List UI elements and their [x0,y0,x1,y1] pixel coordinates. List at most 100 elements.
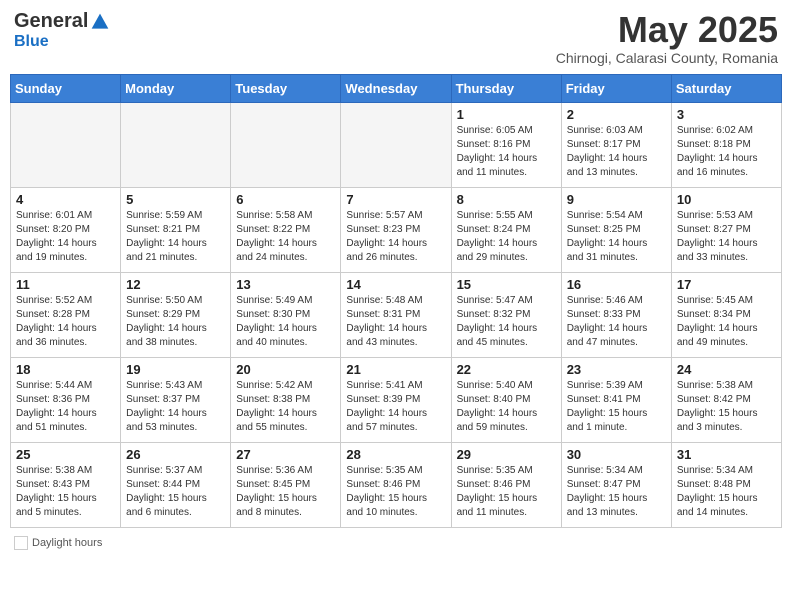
day-number: 3 [677,107,776,122]
calendar-cell: 7 Sunrise: 5:57 AM Sunset: 8:23 PM Daylig… [341,187,451,272]
day-info: Sunrise: 5:54 AM Sunset: 8:25 PM Dayligh… [567,209,666,265]
calendar-week-row: 25Sunrise: 5:38 AM Sunset: 8:43 PM Dayli… [11,442,782,527]
day-number: 30 [567,447,666,462]
day-info: Sunrise: 5:40 AM Sunset: 8:40 PM Dayligh… [457,379,556,435]
calendar-cell: 26 Sunrise: 5:37 AM Sunset: 8:44 PM Dayli… [121,442,231,527]
day-number: 5 [126,192,225,207]
calendar-cell: 17Sunrise: 5:45 AM Sunset: 8:34 PM Dayli… [671,272,781,357]
calendar-cell: 3 Sunrise: 6:02 AM Sunset: 8:18 PM Daylig… [671,102,781,187]
day-number: 19 [126,362,225,377]
calendar-cell: 30 Sunrise: 5:34 AM Sunset: 8:47 PM Dayli… [561,442,671,527]
day-number: 29 [457,447,556,462]
calendar-cell [231,102,341,187]
calendar-cell: 18 Sunrise: 5:44 AM Sunset: 8:36 PM Dayli… [11,357,121,442]
day-header-tuesday: Tuesday [231,74,341,102]
calendar-cell: 12 Sunrise: 5:50 AM Sunset: 8:29 PM Dayli… [121,272,231,357]
day-header-monday: Monday [121,74,231,102]
day-info: Sunrise: 5:42 AM Sunset: 8:38 PM Dayligh… [236,379,335,435]
day-number: 1 [457,107,556,122]
day-number: 26 [126,447,225,462]
calendar-cell [11,102,121,187]
day-info: Sunrise: 5:58 AM Sunset: 8:22 PM Dayligh… [236,209,335,265]
calendar-cell: 25Sunrise: 5:38 AM Sunset: 8:43 PM Dayli… [11,442,121,527]
calendar-cell [121,102,231,187]
day-info: Sunrise: 6:01 AM Sunset: 8:20 PM Dayligh… [16,209,115,265]
location-subtitle: Chirnogi, Calarasi County, Romania [556,50,778,66]
day-header-saturday: Saturday [671,74,781,102]
calendar-cell: 10 Sunrise: 5:53 AM Sunset: 8:27 PM Dayli… [671,187,781,272]
daylight-legend-item: Daylight hours [14,536,102,550]
day-info: Sunrise: 5:34 AM Sunset: 8:48 PM Dayligh… [677,464,776,520]
calendar-cell: 6 Sunrise: 5:58 AM Sunset: 8:22 PM Daylig… [231,187,341,272]
calendar-cell: 4 Sunrise: 6:01 AM Sunset: 8:20 PM Daylig… [11,187,121,272]
day-number: 4 [16,192,115,207]
day-number: 17 [677,277,776,292]
day-info: Sunrise: 5:35 AM Sunset: 8:46 PM Dayligh… [346,464,445,520]
calendar-cell: 13Sunrise: 5:49 AM Sunset: 8:30 PM Dayli… [231,272,341,357]
day-number: 21 [346,362,445,377]
calendar-cell: 24 Sunrise: 5:38 AM Sunset: 8:42 PM Dayli… [671,357,781,442]
day-info: Sunrise: 5:47 AM Sunset: 8:32 PM Dayligh… [457,294,556,350]
calendar-week-row: 11 Sunrise: 5:52 AM Sunset: 8:28 PM Dayli… [11,272,782,357]
day-number: 24 [677,362,776,377]
day-info: Sunrise: 5:39 AM Sunset: 8:41 PM Dayligh… [567,379,666,435]
calendar-cell: 20Sunrise: 5:42 AM Sunset: 8:38 PM Dayli… [231,357,341,442]
calendar-cell: 14 Sunrise: 5:48 AM Sunset: 8:31 PM Dayli… [341,272,451,357]
day-header-sunday: Sunday [11,74,121,102]
day-number: 28 [346,447,445,462]
calendar-cell: 8Sunrise: 5:55 AM Sunset: 8:24 PM Daylig… [451,187,561,272]
calendar-header-row: SundayMondayTuesdayWednesdayThursdayFrid… [11,74,782,102]
calendar-cell: 27Sunrise: 5:36 AM Sunset: 8:45 PM Dayli… [231,442,341,527]
day-number: 14 [346,277,445,292]
daylight-legend-label: Daylight hours [32,537,102,549]
calendar-cell: 1Sunrise: 6:05 AM Sunset: 8:16 PM Daylig… [451,102,561,187]
calendar-cell: 19 Sunrise: 5:43 AM Sunset: 8:37 PM Dayli… [121,357,231,442]
calendar-table: SundayMondayTuesdayWednesdayThursdayFrid… [10,74,782,528]
day-info: Sunrise: 5:44 AM Sunset: 8:36 PM Dayligh… [16,379,115,435]
day-number: 9 [567,192,666,207]
legend: Daylight hours [10,536,782,553]
calendar-cell: 22Sunrise: 5:40 AM Sunset: 8:40 PM Dayli… [451,357,561,442]
calendar-cell: 31 Sunrise: 5:34 AM Sunset: 8:48 PM Dayli… [671,442,781,527]
day-info: Sunrise: 5:57 AM Sunset: 8:23 PM Dayligh… [346,209,445,265]
day-number: 18 [16,362,115,377]
day-info: Sunrise: 5:59 AM Sunset: 8:21 PM Dayligh… [126,209,225,265]
day-info: Sunrise: 5:43 AM Sunset: 8:37 PM Dayligh… [126,379,225,435]
day-number: 31 [677,447,776,462]
calendar-week-row: 1Sunrise: 6:05 AM Sunset: 8:16 PM Daylig… [11,102,782,187]
day-info: Sunrise: 5:53 AM Sunset: 8:27 PM Dayligh… [677,209,776,265]
day-info: Sunrise: 5:37 AM Sunset: 8:44 PM Dayligh… [126,464,225,520]
day-number: 6 [236,192,335,207]
calendar-cell: 16Sunrise: 5:46 AM Sunset: 8:33 PM Dayli… [561,272,671,357]
day-number: 16 [567,277,666,292]
daylight-legend-box [14,536,28,550]
title-section: May 2025 Chirnogi, Calarasi County, Roma… [556,10,778,66]
calendar-cell: 5 Sunrise: 5:59 AM Sunset: 8:21 PM Daylig… [121,187,231,272]
day-number: 11 [16,277,115,292]
day-number: 23 [567,362,666,377]
day-number: 15 [457,277,556,292]
day-info: Sunrise: 5:35 AM Sunset: 8:46 PM Dayligh… [457,464,556,520]
day-info: Sunrise: 5:41 AM Sunset: 8:39 PM Dayligh… [346,379,445,435]
month-title: May 2025 [556,10,778,50]
day-info: Sunrise: 6:03 AM Sunset: 8:17 PM Dayligh… [567,124,666,180]
day-info: Sunrise: 5:48 AM Sunset: 8:31 PM Dayligh… [346,294,445,350]
logo-icon [90,12,110,32]
day-header-friday: Friday [561,74,671,102]
logo: General Blue [14,10,110,51]
day-info: Sunrise: 5:50 AM Sunset: 8:29 PM Dayligh… [126,294,225,350]
day-number: 10 [677,192,776,207]
day-info: Sunrise: 5:38 AM Sunset: 8:42 PM Dayligh… [677,379,776,435]
calendar-week-row: 4 Sunrise: 6:01 AM Sunset: 8:20 PM Daylig… [11,187,782,272]
calendar-cell: 15 Sunrise: 5:47 AM Sunset: 8:32 PM Dayli… [451,272,561,357]
day-info: Sunrise: 5:52 AM Sunset: 8:28 PM Dayligh… [16,294,115,350]
calendar-cell: 9 Sunrise: 5:54 AM Sunset: 8:25 PM Daylig… [561,187,671,272]
calendar-cell: 2Sunrise: 6:03 AM Sunset: 8:17 PM Daylig… [561,102,671,187]
calendar-cell: 29 Sunrise: 5:35 AM Sunset: 8:46 PM Dayli… [451,442,561,527]
day-info: Sunrise: 5:34 AM Sunset: 8:47 PM Dayligh… [567,464,666,520]
day-info: Sunrise: 6:02 AM Sunset: 8:18 PM Dayligh… [677,124,776,180]
day-number: 12 [126,277,225,292]
day-info: Sunrise: 5:36 AM Sunset: 8:45 PM Dayligh… [236,464,335,520]
calendar-cell: 28 Sunrise: 5:35 AM Sunset: 8:46 PM Dayli… [341,442,451,527]
day-number: 7 [346,192,445,207]
